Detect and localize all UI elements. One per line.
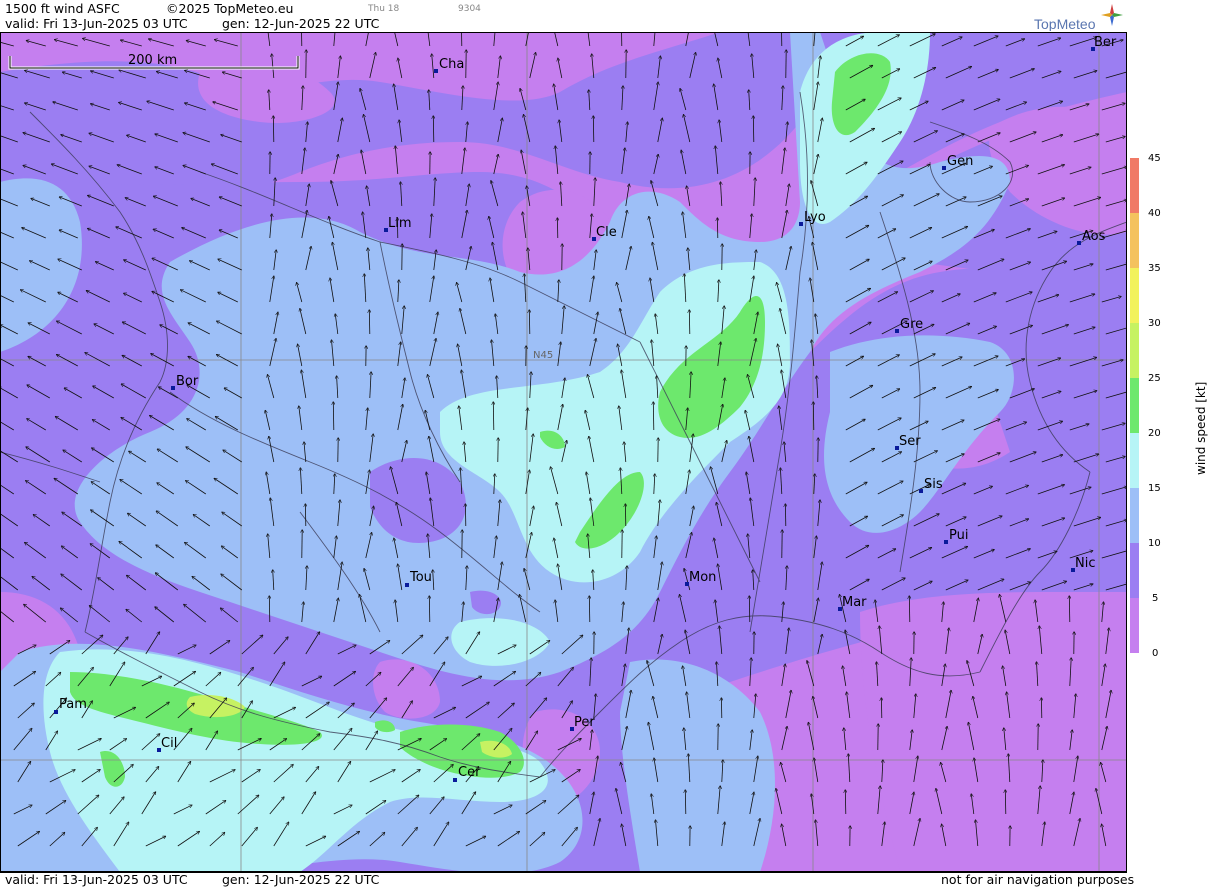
svg-text:Gen: Gen — [947, 154, 973, 169]
wind-arrow — [749, 596, 750, 622]
svg-text:Mar: Mar — [842, 595, 867, 610]
wind-arrow — [689, 310, 690, 334]
svg-text:Nic: Nic — [1075, 556, 1095, 571]
wind-arrow — [333, 402, 334, 430]
city-bor[interactable]: Bor — [171, 374, 199, 390]
svg-text:Lyo: Lyo — [804, 210, 826, 225]
svg-text:Pam: Pam — [59, 697, 87, 712]
svg-text:Ber: Ber — [1094, 35, 1117, 50]
svg-text:Sis: Sis — [924, 477, 943, 492]
legend-ticks: 45 40 35 30 25 20 15 10 5 0 — [1148, 153, 1161, 659]
topmeteo-logo: TopMeteo — [1034, 3, 1126, 35]
city-tou[interactable]: Tou — [405, 570, 432, 587]
wind-arrow — [369, 310, 370, 334]
product-title: 1500 ft wind ASFC — [5, 2, 120, 16]
svg-text:Cer: Cer — [458, 765, 481, 780]
copyright: ©2025 TopMeteo.eu — [166, 2, 293, 16]
city-ber[interactable]: Ber — [1091, 35, 1117, 51]
footer-disclaimer: not for air navigation purposes — [941, 873, 1134, 887]
city-cle[interactable]: Cle — [592, 225, 617, 241]
footer-gen: gen: 12-Jun-2025 22 UTC — [222, 873, 379, 887]
valid-time: valid: Fri 13-Jun-2025 03 UTC — [5, 17, 188, 31]
city-nic[interactable]: Nic — [1071, 556, 1095, 572]
svg-text:Pui: Pui — [949, 528, 968, 543]
city-aos[interactable]: Aos — [1077, 229, 1106, 245]
wind-arrow — [269, 596, 270, 622]
compass-icon — [1101, 4, 1123, 26]
legend-color-bar — [1130, 158, 1139, 653]
wind-map[interactable]: N45 200 km Cha B — [0, 32, 1127, 872]
wind-arrow — [273, 116, 274, 142]
city-cer[interactable]: Cer — [453, 765, 481, 782]
city-pam[interactable]: Pam — [54, 697, 87, 714]
wind-arrow — [1005, 790, 1006, 814]
svg-text:Bor: Bor — [176, 374, 199, 389]
gen-time: gen: 12-Jun-2025 22 UTC — [222, 17, 379, 31]
city-gen[interactable]: Gen — [942, 154, 973, 170]
svg-text:Aos: Aos — [1082, 229, 1106, 244]
tick-15: 15 — [1148, 483, 1161, 494]
tick-0: 0 — [1152, 648, 1158, 659]
svg-text:Ser: Ser — [899, 434, 921, 449]
faint-day: Thu 18 — [368, 4, 399, 14]
wind-arrow — [429, 596, 430, 622]
wind-arrow — [493, 402, 494, 430]
svg-text:Mon: Mon — [689, 570, 716, 585]
svg-text:Lim: Lim — [388, 216, 412, 231]
grid-label-n45: N45 — [533, 350, 553, 361]
wind-arrow — [813, 402, 814, 430]
logo-text: TopMeteo — [1034, 16, 1096, 31]
tick-35: 35 — [1148, 263, 1161, 274]
wind-arrow — [753, 116, 754, 142]
footer-bar: valid: Fri 13-Jun-2025 03 UTC gen: 12-Ju… — [0, 872, 1127, 888]
city-per[interactable]: Per — [570, 715, 595, 731]
wind-arrow — [593, 116, 594, 142]
wind-arrow — [529, 310, 530, 334]
tick-5: 5 — [1152, 593, 1158, 604]
svg-text:Cil: Cil — [161, 736, 177, 751]
city-cil[interactable]: Cil — [157, 736, 177, 752]
svg-text:Cle: Cle — [596, 225, 617, 240]
wind-arrow — [433, 116, 434, 142]
wind-arrow — [685, 790, 686, 814]
city-lim[interactable]: Lim — [384, 216, 412, 232]
wind-arrow — [845, 790, 846, 814]
tick-10: 10 — [1148, 538, 1161, 549]
footer-valid: valid: Fri 13-Jun-2025 03 UTC — [5, 873, 188, 887]
faint-code: 9304 — [458, 4, 481, 14]
city-gre[interactable]: Gre — [895, 317, 923, 333]
wind-arrow — [1069, 596, 1070, 622]
tick-30: 30 — [1148, 318, 1161, 329]
tick-45: 45 — [1148, 153, 1161, 164]
svg-text:Per: Per — [574, 715, 595, 730]
tick-20: 20 — [1148, 428, 1161, 439]
tick-25: 25 — [1148, 373, 1161, 384]
svg-text:Gre: Gre — [900, 317, 923, 332]
wind-arrow — [909, 596, 910, 622]
wind-arrow — [653, 402, 654, 430]
svg-text:Cha: Cha — [439, 57, 464, 72]
scale-label: 200 km — [128, 53, 177, 68]
city-mon[interactable]: Mon — [685, 570, 716, 586]
city-mar[interactable]: Mar — [838, 595, 867, 611]
wind-speed-legend: 45 40 35 30 25 20 15 10 5 0 wind speed [… — [1128, 150, 1219, 660]
legend-title: wind speed [kt] — [1194, 382, 1208, 475]
tick-40: 40 — [1148, 208, 1161, 219]
svg-text:Tou: Tou — [409, 570, 432, 585]
wind-arrow — [589, 596, 590, 622]
city-cha[interactable]: Cha — [434, 57, 464, 73]
city-ser[interactable]: Ser — [895, 434, 921, 450]
